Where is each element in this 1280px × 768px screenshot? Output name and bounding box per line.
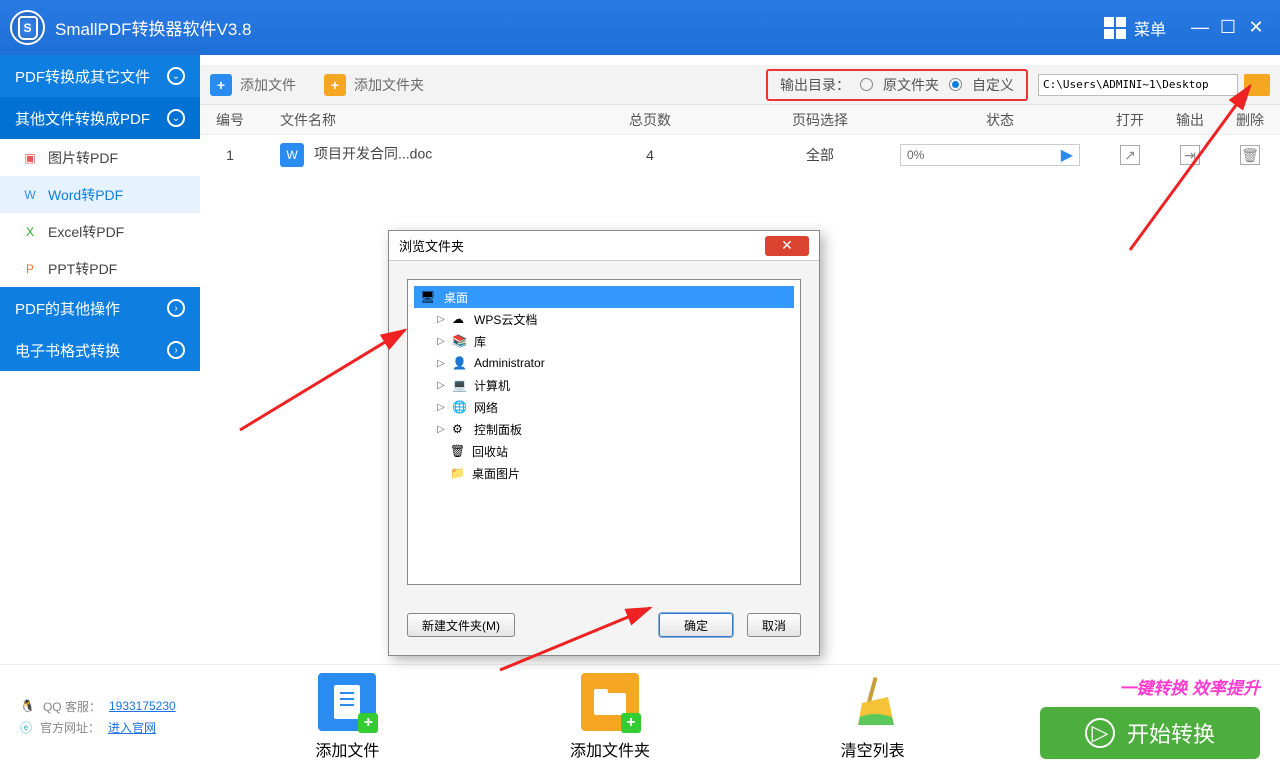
big-add-folder-button[interactable]: +添加文件夹 — [570, 673, 650, 761]
tree-item-control-panel[interactable]: ▷⚙控制面板 — [414, 418, 794, 440]
word-icon: W — [280, 143, 304, 167]
table-row[interactable]: 1 W项目开发合同...doc 4 全部 0%▶ ↗ ⇥ 🗑 — [200, 135, 1280, 175]
tree-item-recycle[interactable]: 🗑回收站 — [414, 440, 794, 462]
play-icon[interactable]: ▶ — [1061, 145, 1073, 165]
grid-icon — [1104, 17, 1126, 39]
cancel-button[interactable]: 取消 — [747, 613, 801, 637]
site-link[interactable]: 进入官网 — [108, 719, 156, 736]
start-convert-button[interactable]: ▷开始转换 — [1040, 707, 1260, 759]
trash-icon[interactable]: 🗑 — [1240, 145, 1260, 165]
nav-item-image-to-pdf[interactable]: ▣图片转PDF — [0, 139, 200, 176]
chevron-right-icon: › — [167, 299, 185, 317]
nav-item-word-to-pdf[interactable]: WWord转PDF — [0, 176, 200, 213]
open-icon[interactable]: ↗ — [1120, 145, 1140, 165]
chevron-down-icon: ⌄ — [167, 109, 185, 127]
output-path-input[interactable] — [1038, 74, 1238, 96]
tree-item-wps[interactable]: ▷☁WPS云文档 — [414, 308, 794, 330]
browse-folder-button[interactable] — [1244, 74, 1270, 96]
output-label: 输出目录： — [780, 75, 850, 95]
nav-cat-pdf-to-other[interactable]: PDF转换成其它文件⌄ — [0, 55, 200, 97]
output-icon[interactable]: ⇥ — [1180, 145, 1200, 165]
ie-icon: ⓔ — [20, 719, 32, 736]
tree-item-computer[interactable]: ▷💻计算机 — [414, 374, 794, 396]
tree-item-admin[interactable]: ▷👤Administrator — [414, 352, 794, 374]
nav-cat-pdf-other-ops[interactable]: PDF的其他操作› — [0, 287, 200, 329]
file-icon: + — [318, 673, 376, 731]
penguin-icon: 🐧 — [20, 699, 35, 713]
nav-cat-ebook[interactable]: 电子书格式转换› — [0, 329, 200, 371]
menu-button[interactable]: 菜单 — [1104, 16, 1166, 40]
add-folder-button[interactable]: +添加文件夹 — [324, 74, 424, 96]
tree-item-network[interactable]: ▷🌐网络 — [414, 396, 794, 418]
app-logo: S — [10, 10, 45, 45]
ok-button[interactable]: 确定 — [659, 613, 733, 637]
tree-item-desktop-pics[interactable]: 📁桌面图片 — [414, 462, 794, 484]
play-circle-icon: ▷ — [1085, 718, 1115, 748]
qq-link[interactable]: 1933175230 — [109, 699, 176, 713]
big-clear-button[interactable]: 清空列表 — [841, 673, 905, 761]
folder-tree[interactable]: 🖥桌面 ▷☁WPS云文档 ▷📚库 ▷👤Administrator ▷💻计算机 ▷… — [407, 279, 801, 585]
chevron-down-icon: ⌄ — [167, 67, 185, 85]
nav-item-excel-to-pdf[interactable]: XExcel转PDF — [0, 213, 200, 250]
browse-folder-dialog: 浏览文件夹 ✕ 🖥桌面 ▷☁WPS云文档 ▷📚库 ▷👤Administrator … — [388, 230, 820, 656]
tree-item-library[interactable]: ▷📚库 — [414, 330, 794, 352]
broom-icon — [844, 673, 902, 731]
progress-bar[interactable]: 0%▶ — [900, 144, 1080, 166]
sidebar: PDF转换成其它文件⌄ 其他文件转换成PDF⌄ ▣图片转PDF WWord转PD… — [0, 55, 200, 664]
close-button[interactable]: ✕ — [1242, 14, 1270, 42]
maximize-button[interactable]: ☐ — [1214, 14, 1242, 42]
add-file-button[interactable]: +添加文件 — [210, 74, 296, 96]
output-directory-group: 输出目录： 原文件夹 自定义 — [766, 69, 1028, 101]
plus-icon: + — [324, 74, 346, 96]
dialog-close-button[interactable]: ✕ — [765, 236, 809, 256]
nav-item-ppt-to-pdf[interactable]: PPPT转PDF — [0, 250, 200, 287]
app-title: SmallPDF转换器软件V3.8 — [55, 15, 1104, 40]
plus-icon: + — [210, 74, 232, 96]
slogan: 一键转换 效率提升 — [1000, 674, 1260, 699]
minimize-button[interactable]: — — [1186, 14, 1214, 42]
table-header: 编号 文件名称 总页数 页码选择 状态 打开 输出 删除 — [200, 105, 1280, 135]
radio-original-folder[interactable] — [860, 78, 873, 91]
radio-custom-folder[interactable] — [949, 78, 962, 91]
folder-icon: + — [581, 673, 639, 731]
menu-label: 菜单 — [1134, 16, 1166, 40]
nav-cat-other-to-pdf[interactable]: 其他文件转换成PDF⌄ — [0, 97, 200, 139]
new-folder-button[interactable]: 新建文件夹(M) — [407, 613, 515, 637]
tree-item-desktop[interactable]: 🖥桌面 — [414, 286, 794, 308]
big-add-file-button[interactable]: +添加文件 — [315, 673, 379, 761]
chevron-right-icon: › — [167, 341, 185, 359]
dialog-title: 浏览文件夹 — [399, 236, 464, 255]
